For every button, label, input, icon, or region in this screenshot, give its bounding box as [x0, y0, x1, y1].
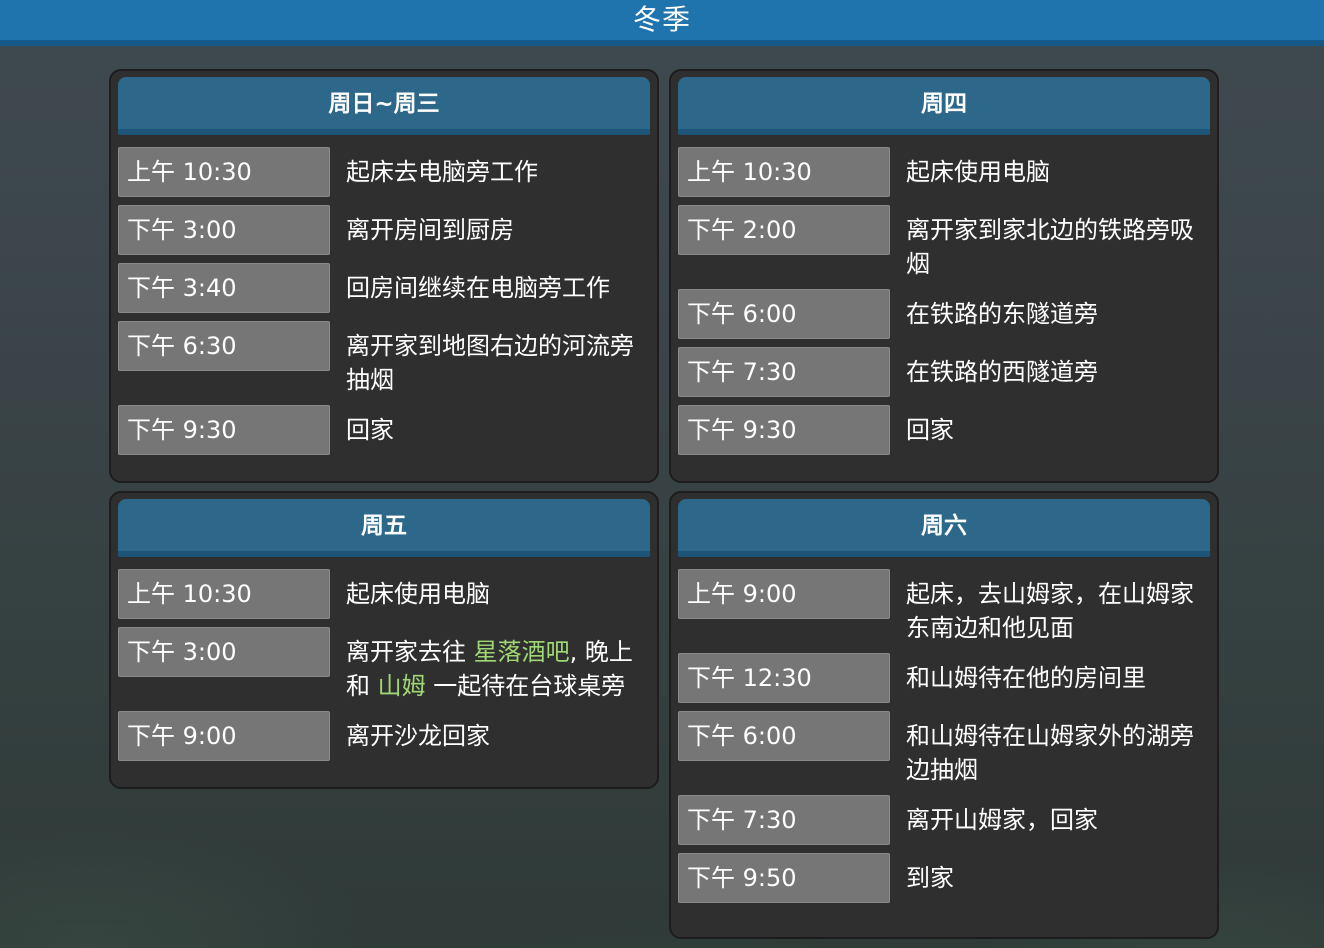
panel-title: 周日~周三 — [328, 91, 440, 117]
season-header: 冬季 — [0, 0, 1324, 46]
time-box: 下午 9:30 — [678, 405, 890, 455]
panel-header: 周六 — [678, 499, 1210, 557]
time-box: 下午 7:30 — [678, 795, 890, 845]
activity-text: 离开家去往 星落酒吧, 晚上和 山姆 一起待在台球桌旁 — [330, 627, 646, 703]
activity-text-part: 离开家去往 — [346, 638, 474, 666]
schedule-row: 下午 3:40 回房间继续在电脑旁工作 — [118, 263, 650, 313]
time-box: 下午 9:50 — [678, 853, 890, 903]
schedule-row: 上午 10:30 起床去电脑旁工作 — [118, 147, 650, 197]
schedule-row: 下午 7:30 在铁路的西隧道旁 — [678, 347, 1210, 397]
activity-text: 回家 — [346, 416, 394, 444]
time-box: 上午 10:30 — [678, 147, 890, 197]
activity-text: 离开家到地图右边的河流旁抽烟 — [346, 332, 634, 394]
time-box: 下午 6:00 — [678, 289, 890, 339]
time-box: 下午 9:30 — [118, 405, 330, 455]
activity-text: 离开房间到厨房 — [346, 216, 514, 244]
panel-header: 周四 — [678, 77, 1210, 135]
season-title: 冬季 — [632, 3, 691, 36]
time-box: 下午 2:00 — [678, 205, 890, 255]
schedule-row: 下午 3:00 离开家去往 星落酒吧, 晚上和 山姆 一起待在台球桌旁 — [118, 627, 650, 703]
time-box: 下午 3:00 — [118, 205, 330, 255]
time-box: 下午 3:00 — [118, 627, 330, 677]
schedule-row: 下午 12:30 和山姆待在他的房间里 — [678, 653, 1210, 703]
activity-text: 起床，去山姆家，在山姆家东南边和他见面 — [906, 580, 1194, 642]
npc-link-sam[interactable]: 山姆 — [378, 672, 426, 700]
location-link-star-drop-saloon[interactable]: 星落酒吧 — [474, 638, 570, 666]
schedule-row: 上午 9:00 起床，去山姆家，在山姆家东南边和他见面 — [678, 569, 1210, 645]
schedule-row: 下午 6:00 和山姆待在山姆家外的湖旁边抽烟 — [678, 711, 1210, 787]
schedule-row: 下午 9:50 到家 — [678, 853, 1210, 903]
schedule-row: 下午 7:30 离开山姆家，回家 — [678, 795, 1210, 845]
activity-text: 在铁路的东隧道旁 — [906, 300, 1098, 328]
activity-text: 起床去电脑旁工作 — [346, 158, 538, 186]
activity-text: 回房间继续在电脑旁工作 — [346, 274, 610, 302]
schedule-panel-thu: 周四 上午 10:30 起床使用电脑 下午 2:00 离开家到家北边的铁路旁吸烟… — [669, 69, 1219, 483]
time-box: 上午 10:30 — [118, 569, 330, 619]
activity-text-part: 一起待在台球桌旁 — [425, 672, 626, 700]
time-box: 下午 9:00 — [118, 711, 330, 761]
panel-header: 周五 — [118, 499, 650, 557]
schedule-row: 上午 10:30 起床使用电脑 — [118, 569, 650, 619]
schedule-panel-fri: 周五 上午 10:30 起床使用电脑 下午 3:00 离开家去往 星落酒吧, 晚… — [109, 491, 659, 789]
time-box: 下午 3:40 — [118, 263, 330, 313]
schedule-panel-sat: 周六 上午 9:00 起床，去山姆家，在山姆家东南边和他见面 下午 12:30 … — [669, 491, 1219, 939]
activity-text: 离开沙龙回家 — [346, 722, 490, 750]
activity-text: 和山姆待在山姆家外的湖旁边抽烟 — [906, 722, 1194, 784]
activity-text: 在铁路的西隧道旁 — [906, 358, 1098, 386]
time-box: 下午 6:00 — [678, 711, 890, 761]
time-box: 下午 12:30 — [678, 653, 890, 703]
panel-title: 周四 — [921, 91, 967, 117]
schedule-row: 上午 10:30 起床使用电脑 — [678, 147, 1210, 197]
panel-title: 周五 — [361, 513, 407, 539]
schedule-row: 下午 6:00 在铁路的东隧道旁 — [678, 289, 1210, 339]
activity-text: 离开家到家北边的铁路旁吸烟 — [906, 216, 1194, 278]
panel-title: 周六 — [921, 513, 967, 539]
activity-text: 起床使用电脑 — [346, 580, 490, 608]
schedule-row: 下午 6:30 离开家到地图右边的河流旁抽烟 — [118, 321, 650, 397]
activity-text: 和山姆待在他的房间里 — [906, 664, 1146, 692]
activity-text: 回家 — [906, 416, 954, 444]
panel-header: 周日~周三 — [118, 77, 650, 135]
time-box: 上午 10:30 — [118, 147, 330, 197]
activity-text: 离开山姆家，回家 — [906, 806, 1098, 834]
time-box: 下午 7:30 — [678, 347, 890, 397]
time-box: 上午 9:00 — [678, 569, 890, 619]
schedule-row: 下午 2:00 离开家到家北边的铁路旁吸烟 — [678, 205, 1210, 281]
schedule-row: 下午 9:30 回家 — [678, 405, 1210, 455]
schedule-row: 下午 9:30 回家 — [118, 405, 650, 455]
time-box: 下午 6:30 — [118, 321, 330, 371]
activity-text: 起床使用电脑 — [906, 158, 1050, 186]
schedule-row: 下午 3:00 离开房间到厨房 — [118, 205, 650, 255]
schedule-panel-sun-wed: 周日~周三 上午 10:30 起床去电脑旁工作 下午 3:00 离开房间到厨房 … — [109, 69, 659, 483]
activity-text: 到家 — [906, 864, 954, 892]
schedule-row: 下午 9:00 离开沙龙回家 — [118, 711, 650, 761]
